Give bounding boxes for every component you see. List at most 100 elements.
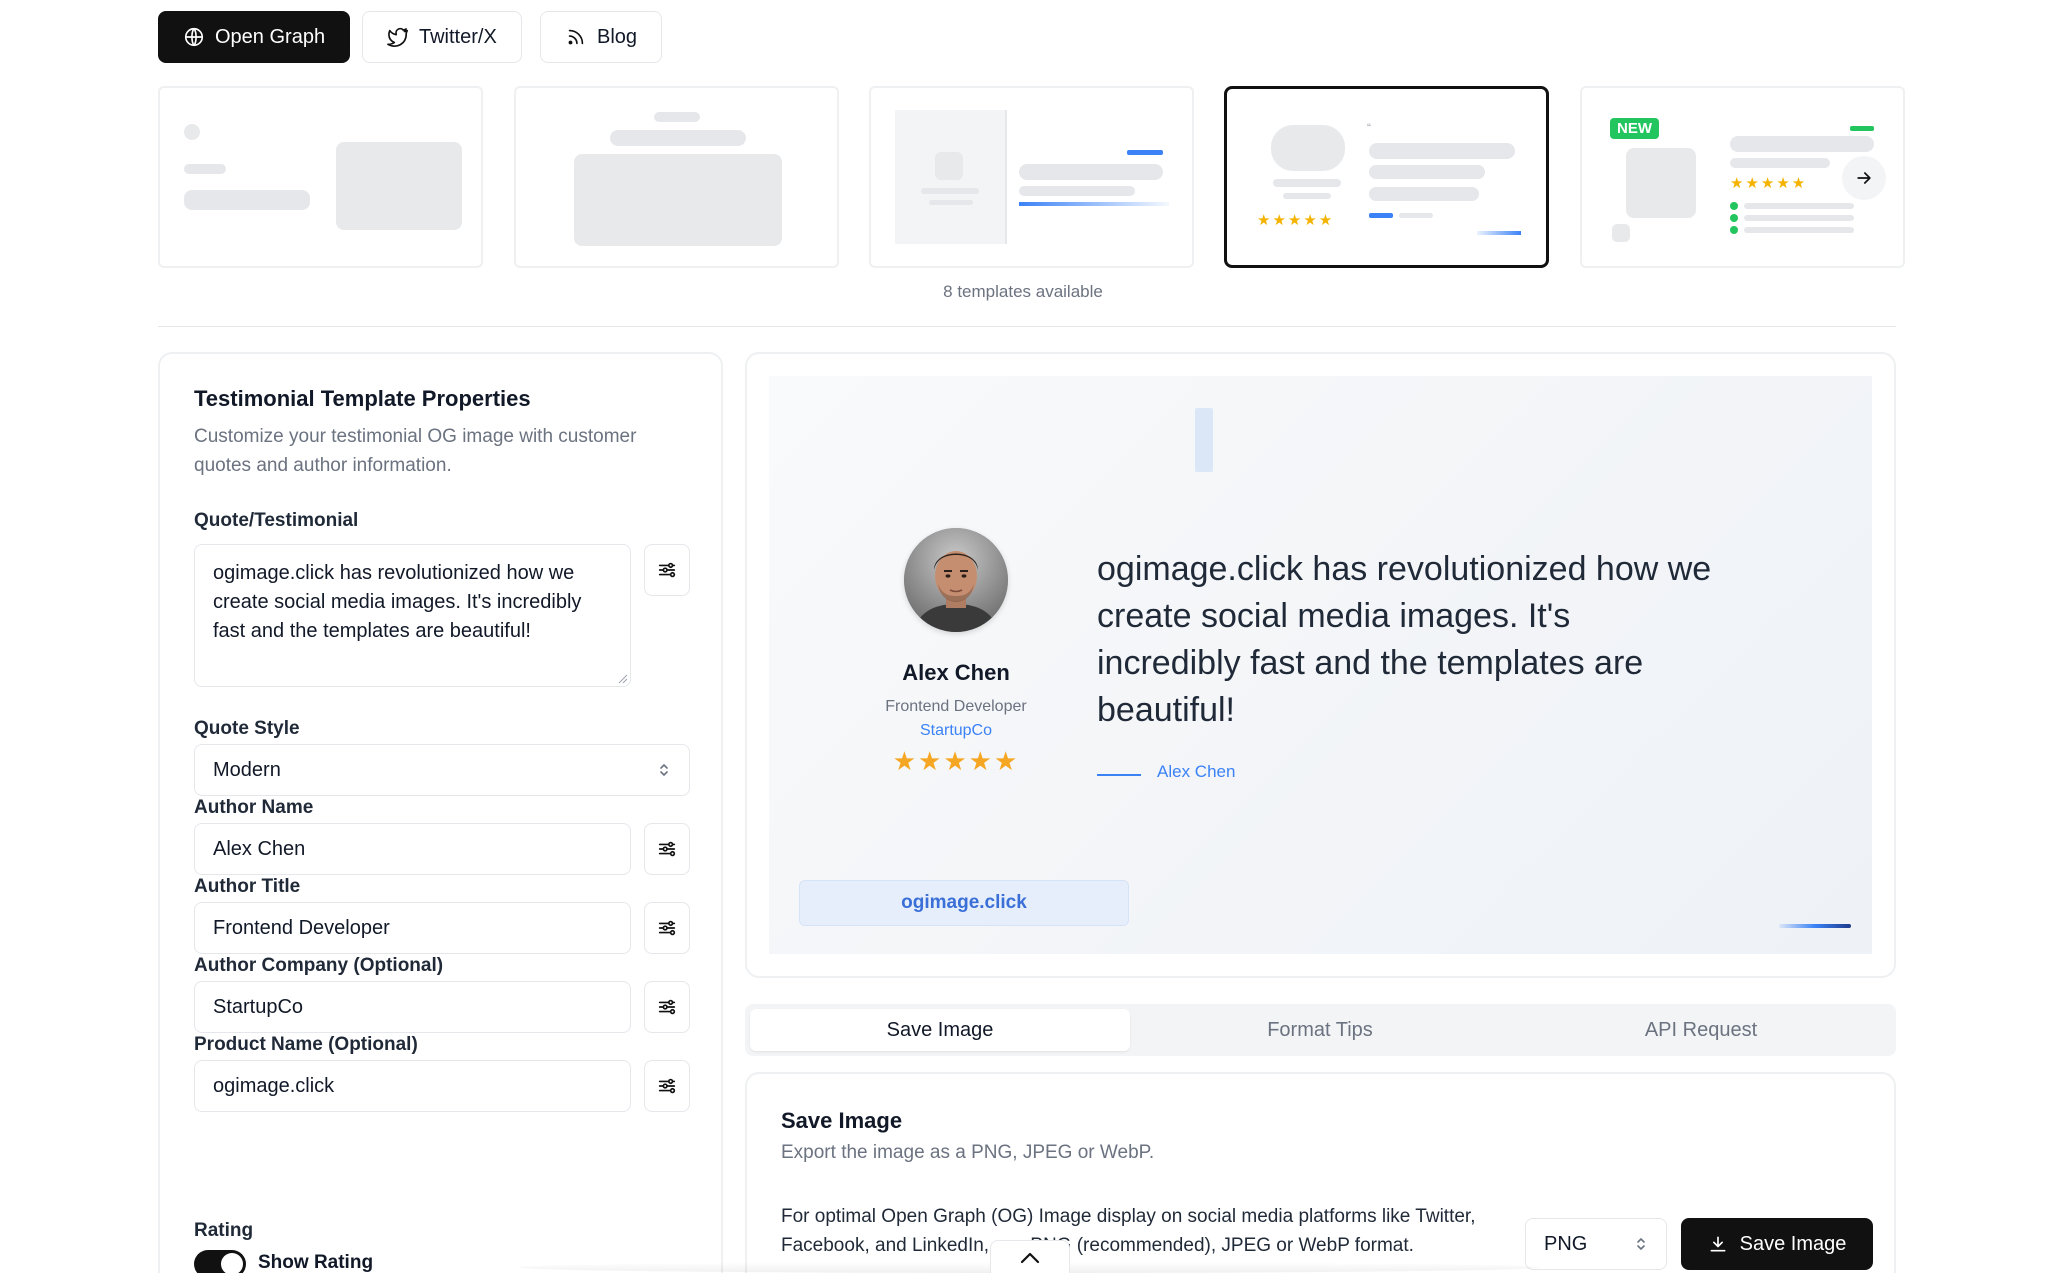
product-name-value: ogimage.click	[213, 1074, 335, 1097]
panel-description: Customize your testimonial OG image with…	[194, 426, 637, 476]
thumb-shape	[1850, 126, 1874, 131]
thumb-shape	[1626, 148, 1696, 218]
format-value: PNG	[1544, 1232, 1588, 1255]
preview-author-name: Alex Chen	[902, 660, 1010, 685]
quote-mark-icon: “	[1367, 121, 1371, 135]
thumb-shape	[184, 164, 226, 174]
thumb-shape	[1369, 165, 1485, 179]
product-name-settings-button[interactable]	[644, 1060, 690, 1112]
author-title-input[interactable]: Frontend Developer	[194, 902, 631, 954]
tab-api-request[interactable]: API Request	[1511, 1009, 1891, 1051]
thumb-shape	[610, 130, 746, 146]
output-tab-strip: Save Image Format Tips API Request	[745, 1004, 1896, 1056]
preview-quote: ogimage.click has revolutionized how we …	[1097, 550, 1712, 729]
globe-icon	[184, 27, 204, 47]
thumb-shape	[1730, 158, 1830, 168]
chevron-up-icon	[1020, 1252, 1040, 1264]
save-image-button[interactable]: Save Image	[1681, 1218, 1873, 1270]
templates-next-button[interactable]	[1842, 156, 1886, 200]
preview-author-company: StartupCo	[919, 722, 993, 739]
tab-label: Open Graph	[215, 25, 326, 48]
twitter-bird-icon	[387, 27, 408, 47]
thumb-shape	[1019, 202, 1169, 206]
tab-label: Twitter/X	[419, 25, 497, 48]
thumb-shape	[1019, 186, 1135, 196]
sliders-icon	[658, 999, 676, 1015]
author-company-label: Author Company (Optional)	[194, 955, 444, 976]
preview-author-title: Frontend Developer	[885, 698, 1027, 715]
quote-author-line	[1097, 774, 1141, 776]
preview-panel: Alex Chen Frontend Developer StartupCo ★…	[745, 352, 1896, 978]
author-name-settings-button[interactable]	[644, 823, 690, 875]
show-rating-toggle[interactable]	[194, 1250, 246, 1273]
panel-title: Testimonial Template Properties	[194, 386, 531, 411]
preview-rating-stars: ★★★★★	[892, 746, 1020, 776]
sliders-icon	[658, 1078, 676, 1094]
accent-line	[1779, 924, 1851, 928]
quote-settings-button[interactable]	[644, 544, 690, 596]
save-body: For optimal Open Graph (OG) Image displa…	[781, 1206, 1476, 1256]
template-card-centered[interactable]	[514, 86, 839, 268]
template-card-profile[interactable]	[869, 86, 1194, 268]
chevron-up-down-icon	[1637, 1237, 1645, 1251]
sliders-icon	[658, 920, 676, 936]
thumb-shape	[336, 142, 462, 230]
preview-quote-author: Alex Chen	[1157, 762, 1236, 781]
author-company-settings-button[interactable]	[644, 981, 690, 1033]
template-card-testimonial[interactable]: ★★★★★ “	[1224, 86, 1549, 268]
author-company-value: StartupCo	[213, 995, 304, 1018]
thumb-shape	[1477, 231, 1521, 235]
templates-count: 8 templates available	[943, 282, 1103, 301]
chevron-up-down-icon	[660, 763, 668, 777]
thumb-shape	[1744, 215, 1854, 221]
thumb-shape	[184, 124, 200, 140]
thumb-stars: ★★★★★	[1730, 175, 1808, 192]
quote-style-label: Quote Style	[194, 718, 300, 739]
tab-blog[interactable]: Blog	[540, 11, 663, 63]
quote-textarea-value: ogimage.click has revolutionized how we …	[213, 562, 582, 642]
rating-label: Rating	[194, 1220, 254, 1241]
quote-style-select[interactable]: Modern	[194, 744, 690, 796]
tab-format-tips[interactable]: Format Tips	[1130, 1009, 1510, 1051]
author-name-value: Alex Chen	[213, 837, 306, 860]
tab-open-graph[interactable]: Open Graph	[158, 11, 351, 63]
tab-save-image[interactable]: Save Image	[750, 1009, 1130, 1051]
save-subtitle: Export the image as a PNG, JPEG or WebP.	[781, 1142, 1155, 1163]
avatar-photo-icon	[904, 528, 1008, 632]
template-card-basic[interactable]	[158, 86, 483, 268]
author-name-input[interactable]: Alex Chen	[194, 823, 631, 875]
rss-icon	[568, 29, 584, 45]
thumb-shape	[1127, 150, 1163, 155]
quote-textarea[interactable]: ogimage.click has revolutionized how we …	[194, 544, 631, 687]
save-image-panel: Save Image Export the image as a PNG, JP…	[745, 1072, 1896, 1273]
arrow-right-icon	[1857, 172, 1871, 184]
tab-twitter-x[interactable]: Twitter/X	[362, 11, 522, 63]
avatar	[904, 528, 1008, 632]
product-name-label: Product Name (Optional)	[194, 1034, 418, 1055]
thumb-shape	[1730, 136, 1874, 152]
download-icon	[1710, 1236, 1726, 1252]
sliders-icon	[658, 562, 676, 578]
thumb-shape	[1744, 227, 1854, 233]
quote-style-value: Modern	[213, 758, 281, 781]
thumb-shape	[1744, 203, 1854, 209]
thumb-shape	[1369, 213, 1393, 218]
properties-panel: Testimonial Template Properties Customiz…	[158, 352, 723, 1273]
author-title-settings-button[interactable]	[644, 902, 690, 954]
thumb-shape	[1005, 110, 1007, 244]
tab-label: Blog	[597, 25, 638, 48]
product-name-input[interactable]: ogimage.click	[194, 1060, 631, 1112]
thumb-shape	[1730, 202, 1738, 210]
thumb-stars: ★★★★★	[1257, 212, 1335, 229]
preview-product-chip: ogimage.click	[799, 880, 1129, 926]
resize-handle-icon[interactable]	[618, 674, 628, 684]
author-company-input[interactable]: StartupCo	[194, 981, 631, 1033]
author-title-value: Frontend Developer	[213, 916, 390, 939]
author-title-label: Author Title	[194, 876, 301, 897]
format-select[interactable]: PNG	[1525, 1218, 1667, 1270]
divider	[158, 326, 1896, 327]
scroll-up-button[interactable]	[990, 1240, 1070, 1273]
sliders-icon	[658, 841, 676, 857]
thumb-shape	[1369, 143, 1515, 159]
thumb-shape	[1019, 164, 1163, 180]
